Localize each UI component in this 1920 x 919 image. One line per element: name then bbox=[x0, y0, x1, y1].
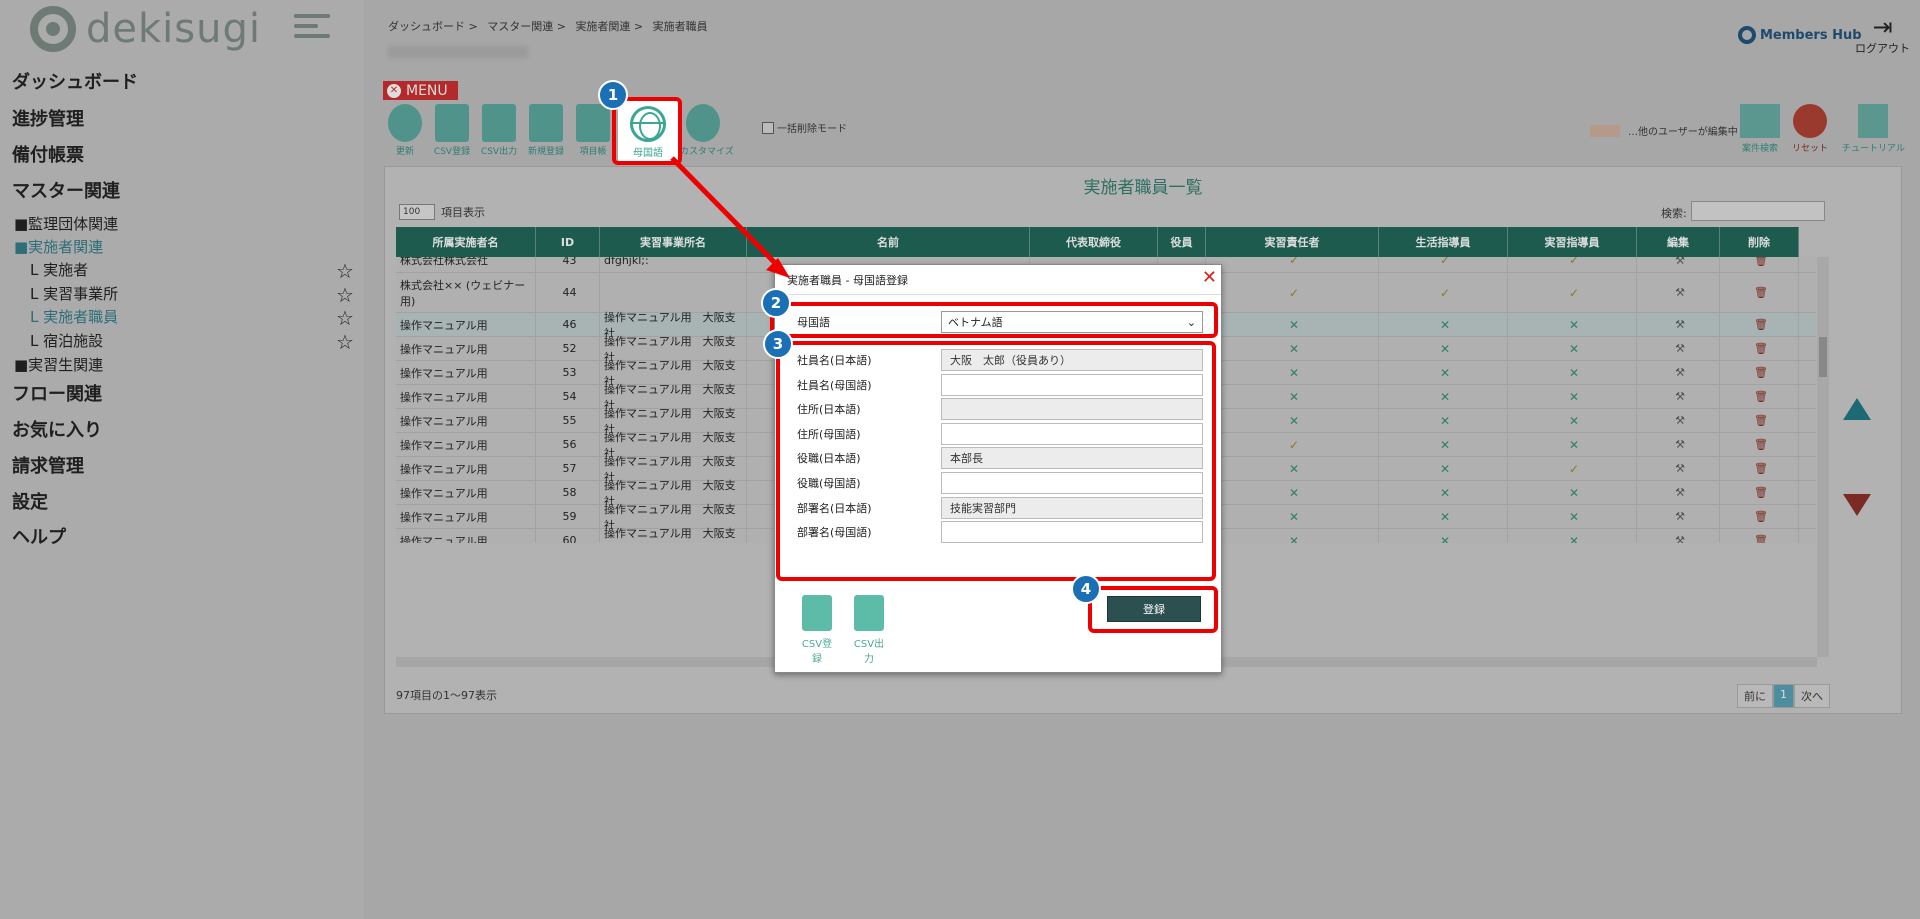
step-badge-4: 4 bbox=[1071, 574, 1101, 604]
step-badge-1: 1 bbox=[598, 80, 628, 110]
step-badge-3: 3 bbox=[763, 329, 793, 359]
step-badge-2: 2 bbox=[761, 288, 791, 318]
annotation-arrow bbox=[670, 156, 790, 278]
